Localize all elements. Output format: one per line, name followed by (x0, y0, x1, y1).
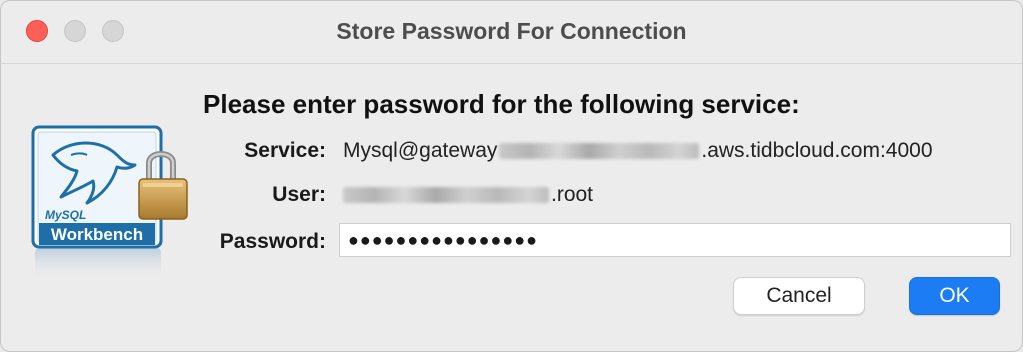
logo-workbench-text: Workbench (51, 225, 143, 244)
service-value: Mysql@gateway .aws.tidbcloud.com:4000 (343, 139, 933, 163)
service-prefix: Mysql@gateway (343, 139, 498, 162)
service-suffix: .aws.tidbcloud.com:4000 (701, 139, 933, 162)
mysql-workbench-lock-icon: MySQL Workbench (31, 125, 188, 281)
user-value: .root (343, 183, 593, 207)
ok-button[interactable]: OK (909, 277, 1000, 315)
dialog-headline: Please enter password for the following … (203, 89, 800, 119)
password-field[interactable]: ●●●●●●●●●●●●●●●● (339, 223, 1011, 257)
title-bar: Store Password For Connection (1, 1, 1022, 64)
redacted-user (343, 187, 549, 204)
logo-mysql-text: MySQL (45, 208, 86, 222)
redacted-host (499, 143, 700, 160)
user-label: User: (272, 183, 326, 206)
password-label: Password: (219, 230, 326, 253)
service-label: Service: (244, 139, 326, 162)
dialog-window: Store Password For Connection MySQL Work… (0, 0, 1023, 352)
window-title: Store Password For Connection (336, 18, 687, 44)
user-suffix: .root (551, 183, 594, 206)
cancel-button[interactable]: Cancel (733, 277, 865, 315)
